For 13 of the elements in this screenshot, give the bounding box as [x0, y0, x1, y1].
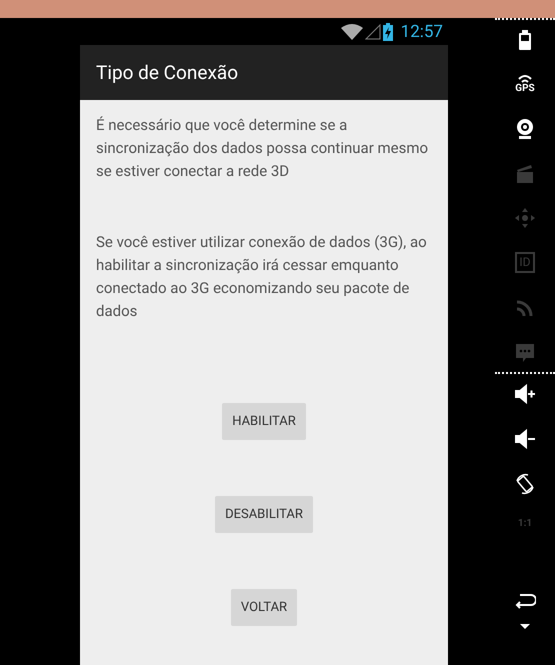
dialog-message: Se você estiver utilizar conexão de dados (3G), ao habilitar a sincronização irá cessar emquanto conectado ao 3G economizando seu pacote de dados	[96, 232, 428, 322]
dialog-button[interactable]: VOLTAR	[230, 589, 298, 626]
gps-button[interactable]: GPS	[514, 73, 536, 94]
volume-up-icon[interactable]	[514, 383, 536, 405]
webcam-icon[interactable]	[514, 117, 536, 139]
signal-icon	[364, 24, 381, 40]
dialog-button[interactable]: HABILITAR	[222, 403, 306, 440]
dialog-button[interactable]: DESABILITAR	[215, 496, 313, 533]
rotate-icon[interactable]	[514, 473, 536, 495]
dialog-title: Tipo de Conexão	[96, 61, 238, 84]
clock: 12:57	[400, 22, 443, 42]
volume-down-icon[interactable]	[514, 428, 536, 450]
dialog-message: É necessário que você determine se a sincronização dos dados possa continuar mesmo se estiver conectar a rede 3D	[96, 115, 430, 182]
